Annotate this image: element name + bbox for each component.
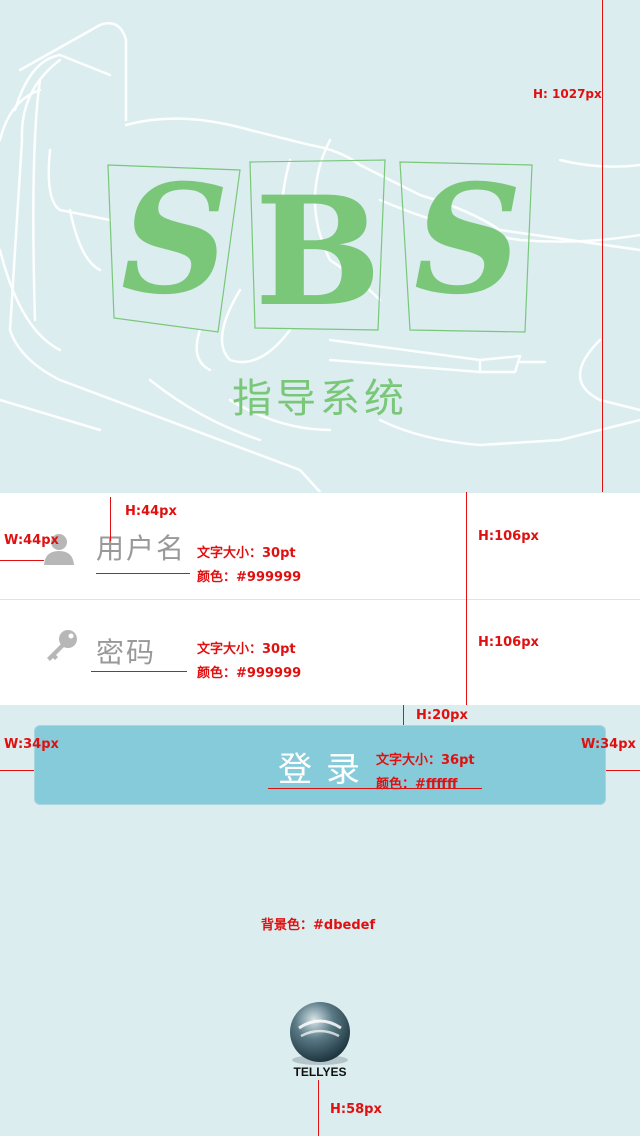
login-color-note: 颜色：#ffffff: [376, 777, 458, 792]
gap-height-line: [403, 705, 404, 725]
username-color-note: 颜色：#999999: [197, 570, 302, 585]
hero-height-line: [602, 0, 603, 492]
gap-height-annotation: H:20px: [416, 708, 468, 723]
icon-width-line: [0, 560, 44, 561]
password-color-note: 颜色：#999999: [197, 666, 302, 681]
password-placeholder[interactable]: 密码: [96, 631, 156, 671]
btn-right-margin-line: [606, 770, 640, 771]
logo-letter-b: B: [255, 164, 382, 340]
logo-letter-s2: S: [414, 152, 522, 328]
username-row-height-annotation: H:106px: [478, 529, 539, 544]
logo-letter-s1: S: [121, 152, 229, 328]
login-size-note: 文字大小：36pt: [376, 753, 475, 768]
username-size-note: 文字大小：30pt: [197, 546, 296, 561]
hero-illustration: S B S 指导系统: [0, 22, 640, 492]
icon-height-annotation: H:44px: [125, 504, 177, 519]
icon-width-annotation: W:44px: [4, 533, 59, 548]
btn-right-margin-annotation: W:34px: [581, 737, 636, 752]
rows-height-line: [466, 492, 467, 705]
username-underline: [96, 573, 190, 574]
password-row-height-annotation: H:106px: [478, 635, 539, 650]
btn-left-margin-line: [0, 770, 34, 771]
sbs-logo: S B S: [121, 152, 522, 340]
brand-name: TELLYES: [293, 1065, 347, 1079]
hero-height-annotation: H: 1027px: [533, 87, 602, 101]
icon-height-line: [110, 497, 111, 541]
background-color-note: 背景色：#dbedef: [261, 918, 376, 933]
btn-left-margin-annotation: W:34px: [4, 737, 59, 752]
key-icon: [47, 630, 77, 661]
tellyes-logo-icon: [290, 1002, 350, 1065]
logo-bottom-line: [318, 1080, 319, 1136]
password-size-note: 文字大小：30pt: [197, 642, 296, 657]
app-subtitle: 指导系统: [232, 376, 408, 422]
login-button-label[interactable]: 登录: [278, 742, 374, 791]
logo-bottom-annotation: H:58px: [330, 1102, 382, 1117]
password-underline: [91, 671, 187, 672]
